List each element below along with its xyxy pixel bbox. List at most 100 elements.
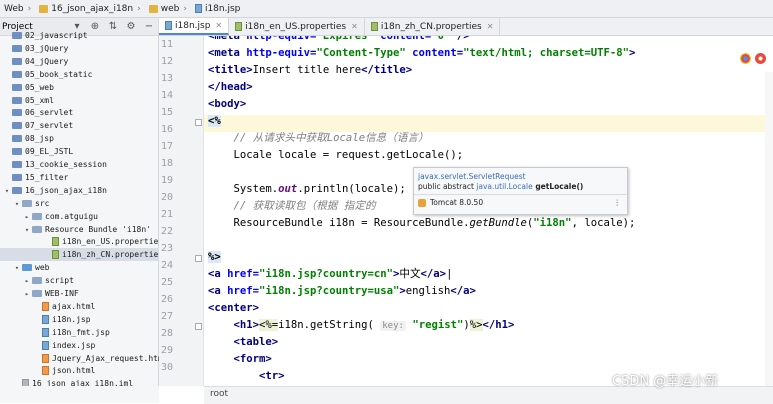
collapse-all-icon[interactable]: ⇅: [104, 21, 122, 32]
tree-item[interactable]: 04_jQuery: [0, 55, 68, 68]
chrome-icon[interactable]: [740, 53, 751, 64]
line-number: 13: [160, 73, 173, 84]
doc-signature: public abstract java.util.Locale getLoca…: [418, 182, 584, 191]
line-number: 14: [160, 90, 173, 101]
module-folder-icon: [12, 186, 22, 194]
tree-item[interactable]: ▸ WEB-INF: [0, 287, 79, 300]
tree-item-label: ajax.html: [52, 301, 96, 311]
tree-item[interactable]: 08_jsp: [0, 132, 54, 145]
locate-icon[interactable]: ⊕: [86, 21, 104, 32]
code-line: <form>: [233, 353, 272, 365]
line-number: 27: [160, 311, 173, 322]
code-line: <body>: [208, 98, 247, 110]
tree-item[interactable]: ▾ Resource Bundle 'i18n': [0, 223, 151, 236]
close-icon[interactable]: ✕: [487, 22, 494, 31]
jsp-file-icon: [42, 340, 49, 350]
watermark: CSDN @幸运小新: [612, 374, 719, 389]
breadcrumb-item-web-root[interactable]: Web ›: [0, 4, 35, 14]
code-line: Locale locale = request.getLocale();: [208, 149, 464, 161]
tree-item[interactable]: 09_EL_JSTL: [0, 145, 73, 158]
html-file-icon: [42, 353, 49, 363]
tree-item[interactable]: i18n_en_US.properties: [0, 235, 163, 248]
properties-file-icon: [370, 22, 378, 31]
code-line: <center>: [208, 302, 260, 314]
tree-item-label: 16_json_ajax_i18n: [25, 185, 107, 195]
tree-item-label: 07_servlet: [25, 121, 74, 131]
code-line: <title>Insert title here</title>: [208, 64, 413, 76]
folder-icon: [32, 277, 42, 285]
close-icon[interactable]: ✕: [215, 21, 222, 30]
tree-item-label: src: [35, 198, 50, 208]
tree-item-label: 09_EL_JSTL: [25, 147, 74, 157]
jsp-file-icon: [194, 4, 202, 13]
editor-breadcrumb-root[interactable]: root: [210, 389, 228, 399]
tree-item[interactable]: 06_servlet: [0, 106, 73, 119]
prop-file-icon: [52, 237, 59, 247]
prop-file-icon: [52, 250, 59, 260]
project-panel: Project ▾ ⊕ ⇅ ⚙ − 02_javascript 03_jQuery…: [0, 18, 200, 403]
navigation-breadcrumb: Web › 16_json_ajax_i18n › web › i18n.jsp: [0, 0, 773, 18]
tree-item[interactable]: ajax.html: [0, 300, 95, 313]
tree-item-label: web: [35, 263, 50, 273]
line-number: 30: [160, 362, 173, 373]
gear-icon[interactable]: ⚙: [122, 21, 140, 32]
tree-item[interactable]: index.jsp: [0, 339, 95, 352]
editor-tabs: i18n.jsp ✕ i18n_en_US.properties ✕ i18n_zh…: [159, 18, 773, 36]
tree-item[interactable]: 05_xml: [0, 94, 54, 107]
line-number: 29: [160, 345, 173, 356]
code-line: <meta http-equiv="Content-Type" content=…: [208, 47, 636, 59]
tree-item[interactable]: ▾ 16_json_ajax_i18n: [0, 184, 107, 197]
tree-item[interactable]: 05_book_static: [0, 68, 92, 81]
code-line: System.out.println(locale);: [208, 183, 406, 195]
line-number: 23: [160, 243, 173, 254]
opera-icon[interactable]: [755, 53, 766, 64]
breadcrumb-item-file[interactable]: i18n.jsp: [191, 4, 244, 14]
hide-icon[interactable]: −: [140, 21, 158, 32]
tree-item[interactable]: 07_servlet: [0, 119, 73, 132]
jsp-file-icon: [42, 314, 49, 324]
tree-item[interactable]: 05_web: [0, 81, 54, 94]
doc-package[interactable]: javax.servlet.ServletRequest: [418, 172, 526, 181]
tree-item-label: 05_xml: [25, 95, 54, 105]
tree-item-label: 04_jQuery: [25, 56, 69, 66]
tab-i18n-zh-cn[interactable]: i18n_zh_CN.properties ✕: [365, 18, 501, 35]
line-number: 22: [160, 226, 173, 237]
line-number: 17: [160, 141, 173, 152]
tab-i18n-jsp[interactable]: i18n.jsp ✕: [159, 18, 230, 35]
tree-item-label: json.html: [52, 366, 96, 376]
folder-icon: [32, 225, 42, 233]
tab-i18n-en-us[interactable]: i18n_en_US.properties ✕: [229, 18, 365, 35]
tree-item[interactable]: 03_jQuery: [0, 42, 68, 55]
module-folder-icon: [12, 148, 22, 156]
fold-marker-icon[interactable]: [195, 119, 202, 126]
tree-item[interactable]: ▸ script: [0, 274, 74, 287]
tree-item[interactable]: ▸ com.atguigu: [0, 210, 98, 223]
code-line: <%: [208, 115, 221, 127]
tree-item[interactable]: ▾ src: [0, 197, 50, 210]
module-folder-icon: [12, 83, 22, 91]
breadcrumb-item-module[interactable]: 16_json_ajax_i18n ›: [35, 4, 144, 14]
close-icon[interactable]: ✕: [351, 22, 358, 31]
tree-item[interactable]: ▾ web: [0, 261, 50, 274]
code-line: // 从请求头中获取Locale信息（语言）: [208, 132, 429, 144]
properties-file-icon: [235, 22, 243, 31]
line-number: 24: [160, 260, 173, 271]
editor-scrollbar[interactable]: [765, 72, 773, 386]
tree-item-label: 05_book_static: [25, 69, 93, 79]
fold-marker-icon[interactable]: [195, 323, 202, 330]
tree-item[interactable]: i18n.jsp: [0, 313, 91, 326]
fold-marker-icon[interactable]: [195, 255, 202, 262]
html-file-icon: [42, 301, 49, 311]
folder-icon: [32, 212, 42, 220]
tree-item[interactable]: json.html: [0, 364, 95, 377]
tree-item-label: WEB-INF: [45, 289, 79, 298]
tree-item[interactable]: i18n_fmt.jsp: [0, 326, 110, 339]
line-number: 28: [160, 328, 173, 339]
project-panel-footer: [0, 386, 159, 403]
line-number-gutter[interactable]: 11 12 13 14 15 16 17 18 19 20 21 22 23 2…: [159, 36, 221, 386]
more-options-icon[interactable]: ⋮: [614, 198, 622, 207]
tree-item[interactable]: 02_javascript: [0, 29, 88, 42]
breadcrumb-item-web[interactable]: web ›: [145, 4, 191, 14]
tree-item[interactable]: 13_cookie_session: [0, 158, 107, 171]
tree-item[interactable]: 15_filter: [0, 171, 68, 184]
